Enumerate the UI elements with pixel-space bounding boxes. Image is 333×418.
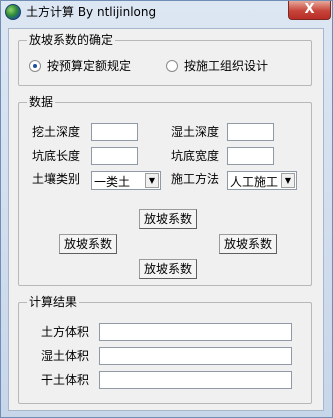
slope-top-button[interactable]: 放坡系数 [139,209,197,229]
dig-depth-input[interactable] [91,123,138,141]
dry-volume-label: 干土体积 [41,373,90,387]
dig-depth-label: 挖土深度 [32,125,81,139]
radio-construction-design-label: 按施工组织设计 [184,59,269,73]
wet-depth-input[interactable] [227,123,274,141]
globe-app-icon [5,4,21,20]
window-title: 土方计算 By ntlijinlong [26,5,157,19]
radio-budget-quota[interactable]: 按预算定额规定 [29,57,131,74]
wet-depth-label: 湿土深度 [171,125,220,139]
method-value: 人工施工 [230,175,279,189]
method-label: 施工方法 [171,172,220,186]
close-button[interactable]: X [288,1,331,20]
dry-volume-output[interactable] [99,371,292,389]
results-group: 计算结果 土方体积 湿土体积 干土体积 [18,295,312,404]
data-legend: 数据 [27,95,56,109]
earth-volume-output[interactable] [99,323,292,341]
slope-mode-legend: 放坡系数的确定 [27,33,116,47]
method-select[interactable]: 人工施工 ▼ [227,171,297,190]
data-group: 数据 挖土深度 湿土深度 坑底长度 坑底宽度 土壤类别 一类土 ▼ 施工方法 人… [18,95,312,286]
wet-volume-label: 湿土体积 [41,349,90,363]
pit-width-label: 坑底宽度 [171,149,220,163]
soil-type-label: 土壤类别 [32,172,81,186]
soil-type-value: 一类土 [94,175,131,189]
chevron-down-icon[interactable]: ▼ [281,173,295,188]
radio-construction-design[interactable]: 按施工组织设计 [166,57,268,74]
chevron-down-icon[interactable]: ▼ [145,173,159,188]
pit-length-label: 坑底长度 [32,149,81,163]
title-bar: 土方计算 By ntlijinlong X [1,1,332,27]
slope-bottom-button[interactable]: 放坡系数 [139,259,197,279]
radio-budget-quota-label: 按预算定额规定 [47,59,132,73]
soil-type-select[interactable]: 一类土 ▼ [91,171,161,190]
slope-mode-group: 放坡系数的确定 按预算定额规定 按施工组织设计 [18,33,312,86]
results-legend: 计算结果 [27,295,80,309]
slope-left-button[interactable]: 放坡系数 [59,234,117,254]
client-area: 放坡系数的确定 按预算定额规定 按施工组织设计 数据 挖土深度 湿土深度 坑底长… [8,28,324,411]
radio-unselected-icon [166,59,178,72]
app-window: 土方计算 By ntlijinlong X 放坡系数的确定 按预算定额规定 按施… [0,0,333,418]
slope-right-button[interactable]: 放坡系数 [219,234,277,254]
wet-volume-output[interactable] [99,347,292,365]
radio-selected-icon [29,59,41,72]
earth-volume-label: 土方体积 [41,325,90,339]
pit-width-input[interactable] [227,147,274,165]
pit-length-input[interactable] [91,147,138,165]
